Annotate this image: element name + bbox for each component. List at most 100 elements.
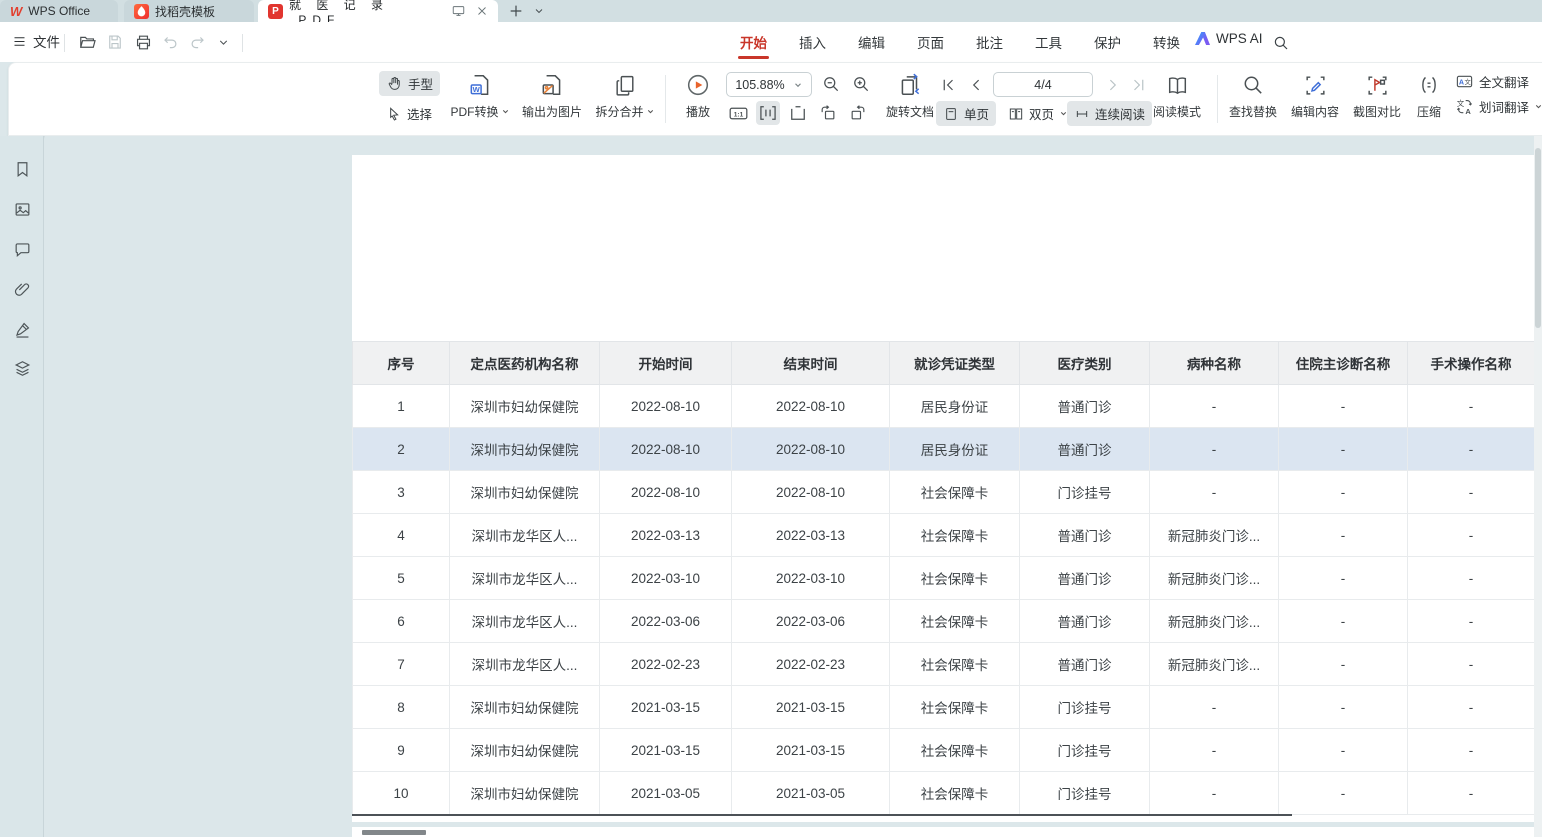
layers-panel-button[interactable] — [11, 357, 33, 379]
table-cell: - — [1279, 729, 1408, 772]
tab-document-pdf[interactable]: P 就 医 记 录 .PDF — [258, 0, 498, 22]
full-translate-button[interactable]: A文 全文翻译 — [1455, 72, 1542, 91]
present-monitor-icon[interactable] — [451, 4, 466, 18]
split-merge-button[interactable]: 拆分合并 — [589, 71, 661, 120]
continuous-read-button[interactable]: 连续阅读 — [1067, 101, 1152, 126]
menu-item-1[interactable]: 开始 — [738, 23, 769, 61]
attachments-panel-button[interactable] — [11, 278, 33, 300]
menu-item-8[interactable]: 转换 — [1151, 23, 1182, 61]
table-cell: 2021-03-15 — [600, 686, 732, 729]
wps-pdf-window: W WPS Office 找稻壳模板 P 就 医 记 录 .PDF — [0, 0, 1542, 837]
svg-text:文: 文 — [1457, 98, 1465, 108]
fit-width-button[interactable] — [756, 101, 780, 125]
zoom-level-combo[interactable]: 105.88% — [726, 72, 812, 97]
actual-size-button[interactable]: 1:1 — [726, 101, 750, 125]
word-translate-button[interactable]: 文A 划词翻译 — [1455, 97, 1542, 116]
fit-page-button[interactable] — [786, 101, 810, 125]
continuous-read-label: 连续阅读 — [1095, 104, 1145, 123]
file-menu-button[interactable]: 文件 — [12, 31, 60, 51]
menu-item-4[interactable]: 页面 — [915, 23, 946, 61]
menu-item-7[interactable]: 保护 — [1092, 23, 1123, 61]
play-icon — [685, 72, 711, 98]
table-cell: - — [1408, 514, 1535, 557]
rotate-right-icon — [848, 103, 868, 123]
bookmark-icon — [13, 160, 32, 179]
signature-panel-button[interactable] — [11, 318, 33, 340]
rotate-left-button[interactable] — [816, 101, 840, 125]
edit-content-label: 编辑内容 — [1291, 103, 1339, 120]
tab-docer-templates[interactable]: 找稻壳模板 — [124, 0, 254, 22]
table-cell: 2022-08-10 — [600, 428, 732, 471]
menu-item-5[interactable]: 批注 — [974, 23, 1005, 61]
wps-logo-icon: W — [10, 4, 22, 19]
ribbon-search-button[interactable] — [1270, 32, 1292, 54]
undo-icon — [162, 33, 180, 51]
table-cell: 2022-08-10 — [600, 385, 732, 428]
play-button[interactable]: 播放 — [673, 71, 723, 120]
window-tab-bar: W WPS Office 找稻壳模板 P 就 医 记 录 .PDF — [0, 0, 1542, 22]
find-replace-button[interactable]: 查找替换 — [1223, 71, 1283, 120]
menu-item-2[interactable]: 插入 — [797, 23, 828, 61]
table-cell: 普通门诊 — [1020, 514, 1150, 557]
first-page-button[interactable] — [936, 73, 960, 97]
tab-wps-office[interactable]: W WPS Office — [0, 0, 118, 22]
word-translate-icon: 文A — [1455, 97, 1474, 116]
thumbnails-panel-button[interactable] — [11, 198, 33, 220]
divider — [665, 75, 666, 123]
table-cell: 2021-03-05 — [600, 772, 732, 815]
zoom-level-value: 105.88% — [735, 78, 784, 92]
svg-text:文: 文 — [1465, 77, 1472, 86]
compress-button[interactable]: 压缩 — [1407, 71, 1451, 120]
table-row: 8深圳市妇幼保健院2021-03-152021-03-15社会保障卡门诊挂号--… — [353, 686, 1535, 729]
more-quick-actions-button[interactable] — [212, 31, 234, 53]
menu-item-3[interactable]: 编辑 — [856, 23, 887, 61]
table-cell: 2022-08-10 — [732, 428, 890, 471]
export-image-button[interactable]: 输出为图片 — [515, 71, 589, 120]
open-file-button[interactable] — [76, 31, 98, 53]
table-cell: 2022-02-23 — [600, 643, 732, 686]
zoom-out-button[interactable] — [819, 72, 843, 96]
wps-ai-button[interactable]: WPS AI — [1195, 31, 1263, 46]
next-page-button[interactable] — [1101, 73, 1125, 97]
menu-item-6[interactable]: 工具 — [1033, 23, 1064, 61]
page-number-input[interactable] — [993, 72, 1093, 97]
save-button[interactable] — [104, 31, 126, 53]
rotate-right-button[interactable] — [846, 101, 870, 125]
table-cell: - — [1408, 600, 1535, 643]
screenshot-compare-button[interactable]: 截图对比 — [1347, 71, 1407, 120]
table-cell: 8 — [353, 686, 450, 729]
scrollbar-thumb[interactable] — [1535, 148, 1541, 328]
docer-icon — [134, 4, 149, 19]
chevron-down-icon — [533, 5, 545, 17]
table-cell: - — [1408, 385, 1535, 428]
edit-content-button[interactable]: 编辑内容 — [1285, 71, 1345, 120]
hand-icon — [386, 75, 403, 92]
new-tab-button[interactable] — [508, 0, 524, 22]
pdf-page-continuation — [352, 827, 1534, 837]
table-cell: - — [1150, 428, 1279, 471]
pdf-convert-button[interactable]: W PDF转换 — [445, 71, 515, 120]
bookmarks-panel-button[interactable] — [11, 158, 33, 180]
select-tool-button[interactable]: 选择 — [379, 101, 439, 126]
zoom-in-button[interactable] — [849, 72, 873, 96]
redo-button[interactable] — [186, 31, 208, 53]
hand-tool-button[interactable]: 手型 — [379, 71, 440, 96]
image-icon — [13, 200, 32, 219]
single-page-view-button[interactable]: 单页 — [936, 101, 996, 126]
book-icon — [1165, 73, 1190, 98]
table-cell: - — [1408, 729, 1535, 772]
close-tab-icon[interactable] — [476, 5, 488, 17]
double-page-view-button[interactable]: 双页 — [1001, 101, 1075, 126]
table-cell: 2022-02-23 — [732, 643, 890, 686]
undo-button[interactable] — [160, 31, 182, 53]
read-mode-button[interactable]: 阅读模式 — [1145, 71, 1209, 120]
table-cell: 深圳市龙华区人... — [450, 643, 600, 686]
print-button[interactable] — [132, 31, 154, 53]
tab-list-button[interactable] — [533, 0, 545, 22]
table-header-cell: 住院主诊断名称 — [1279, 342, 1408, 385]
comments-panel-button[interactable] — [11, 238, 33, 260]
previous-page-button[interactable] — [964, 73, 988, 97]
full-translate-label: 全文翻译 — [1479, 72, 1529, 91]
table-row: 7深圳市龙华区人...2022-02-232022-02-23社会保障卡普通门诊… — [353, 643, 1535, 686]
vertical-scrollbar[interactable] — [1534, 136, 1542, 837]
